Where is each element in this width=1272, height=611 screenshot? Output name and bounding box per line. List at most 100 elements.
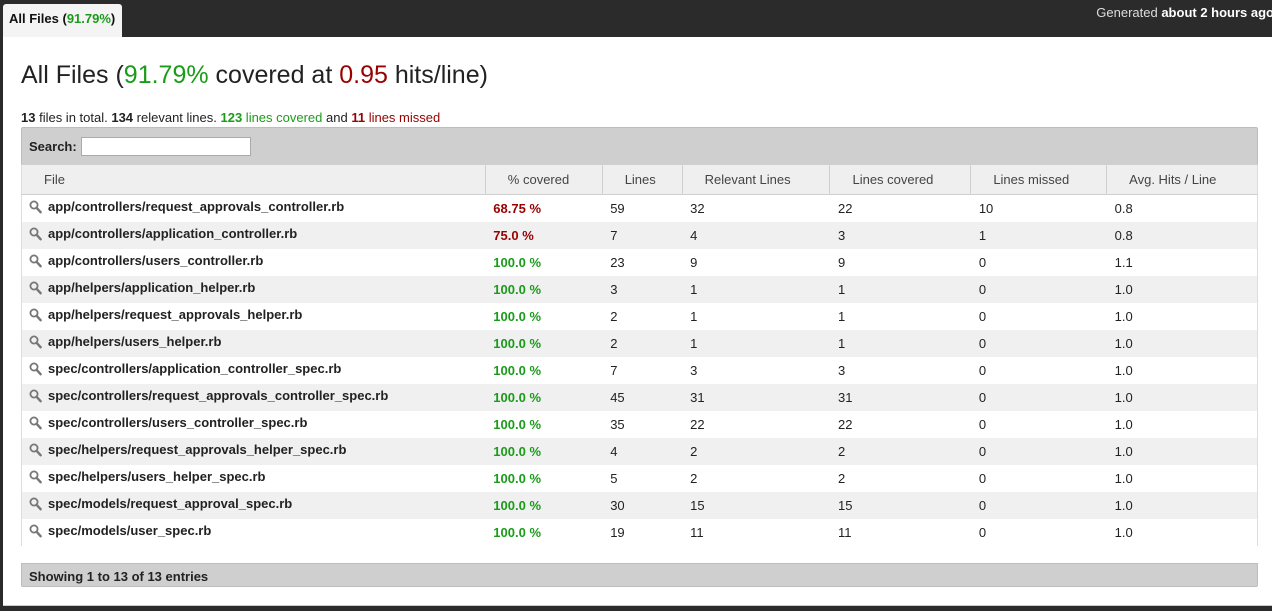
file-link[interactable]: spec/controllers/application_controller_… — [48, 361, 341, 376]
file-cell[interactable]: spec/controllers/application_controller_… — [22, 357, 486, 384]
magnifier-icon[interactable] — [29, 254, 43, 271]
magnifier-icon[interactable] — [29, 389, 43, 406]
lines-missed-cell: 0 — [978, 362, 987, 378]
lines-missed-cell: 0 — [978, 470, 987, 486]
file-link[interactable]: app/helpers/application_helper.rb — [48, 280, 255, 295]
percent-covered-cell: 100.0 % — [493, 308, 541, 324]
content-panel: All Files (91.79% covered at 0.95 hits/l… — [3, 37, 1272, 606]
lines-covered-cell: 9 — [837, 254, 846, 270]
relevant-lines-cell: 4 — [682, 221, 830, 249]
table-row: spec/controllers/request_approvals_contr… — [21, 383, 1258, 411]
file-link[interactable]: app/controllers/users_controller.rb — [48, 253, 263, 268]
file-cell[interactable]: spec/controllers/request_approvals_contr… — [21, 383, 486, 411]
file-cell[interactable]: spec/helpers/request_approvals_helper_sp… — [21, 437, 486, 465]
lines-missed-cell: 0 — [970, 437, 1107, 465]
lines-covered-cell: 31 — [829, 383, 971, 411]
magnifier-icon[interactable] — [29, 470, 43, 487]
lines-cell: 2 — [602, 329, 683, 357]
magnifier-icon[interactable] — [29, 443, 43, 460]
lines-cell: 2 — [610, 308, 618, 324]
relevant-lines-cell: 2 — [682, 437, 830, 465]
magnifier-icon[interactable] — [29, 200, 43, 217]
file-cell[interactable]: spec/controllers/users_controller_spec.r… — [22, 411, 486, 438]
avg-hits-cell: 1.0 — [1114, 524, 1133, 540]
lines-missed-cell: 0 — [978, 416, 987, 432]
lines-cell: 19 — [610, 524, 625, 540]
percent-covered-cell: 100.0 % — [493, 524, 541, 540]
lines-covered-cell: 2 — [837, 470, 846, 486]
lines-covered-cell: 1 — [829, 329, 971, 357]
avg-hits-cell: 1.0 — [1106, 329, 1258, 357]
magnifier-icon[interactable] — [29, 281, 43, 298]
lines-cell: 7 — [602, 221, 683, 249]
file-link[interactable]: app/helpers/users_helper.rb — [48, 334, 221, 349]
percent-covered-cell: 100.0 % — [493, 416, 541, 432]
file-link[interactable]: spec/controllers/users_controller_spec.r… — [48, 415, 307, 430]
title-middle: covered at — [208, 61, 340, 89]
file-cell[interactable]: spec/helpers/users_helper_spec.rb — [22, 465, 486, 492]
table-row: app/helpers/application_helper.rb 100.0 %… — [21, 275, 1258, 303]
file-link[interactable]: spec/helpers/request_approvals_helper_sp… — [48, 442, 346, 457]
relevant-lines-cell: 1 — [682, 275, 830, 303]
tab-all-files[interactable]: All Files (91.79%) — [3, 4, 123, 37]
percent-covered-cell: 100.0 % — [485, 275, 603, 303]
magnifier-icon[interactable] — [29, 308, 43, 325]
file-cell[interactable]: app/helpers/request_approvals_helper.rb — [22, 303, 486, 330]
lines-cell: 45 — [602, 383, 683, 411]
search-input[interactable] — [81, 137, 251, 156]
column-header-percent-covered[interactable]: % covered — [485, 164, 603, 195]
title-hits: 0.95 — [339, 61, 388, 89]
file-link[interactable]: app/controllers/request_approvals_contro… — [48, 199, 344, 214]
lines-missed-cell: 1 — [970, 221, 1107, 249]
lines-cell: 35 — [610, 416, 625, 432]
file-link[interactable]: spec/models/request_approval_spec.rb — [48, 496, 292, 511]
column-header-relevant-lines[interactable]: Relevant Lines — [682, 164, 831, 195]
lines-missed-cell: 0 — [970, 275, 1107, 303]
file-cell[interactable]: app/controllers/application_controller.r… — [21, 221, 486, 249]
relevant-lines-cell: 1 — [682, 329, 830, 357]
file-link[interactable]: spec/controllers/request_approvals_contr… — [48, 388, 388, 403]
file-link[interactable]: app/helpers/request_approvals_helper.rb — [48, 307, 302, 322]
magnifier-icon[interactable] — [29, 227, 43, 244]
file-link[interactable]: spec/models/user_spec.rb — [48, 523, 211, 538]
magnifier-icon[interactable] — [29, 362, 43, 379]
magnifier-icon[interactable] — [29, 335, 43, 352]
percent-covered-cell: 100.0 % — [493, 254, 541, 270]
lines-cell: 4 — [602, 437, 683, 465]
files-table: File % covered Lines Relevant Lines Line… — [21, 164, 1258, 546]
file-link[interactable]: app/controllers/application_controller.r… — [48, 226, 297, 241]
avg-hits-cell: 1.0 — [1114, 308, 1133, 324]
magnifier-icon[interactable] — [29, 497, 43, 514]
column-header-avg-hits[interactable]: Avg. Hits / Line — [1106, 164, 1258, 195]
column-header-lines-missed[interactable]: Lines missed — [970, 164, 1108, 195]
column-header-lines[interactable]: Lines — [602, 164, 683, 195]
table-row: spec/helpers/users_helper_spec.rb 100.0 %… — [22, 465, 1258, 492]
summary-covered-count: 123 — [220, 110, 243, 125]
file-cell[interactable]: app/helpers/application_helper.rb — [21, 275, 486, 303]
file-cell[interactable]: app/helpers/users_helper.rb — [21, 329, 486, 357]
lines-missed-cell: 0 — [970, 383, 1107, 411]
column-header-lines-covered[interactable]: Lines covered — [829, 164, 972, 195]
table-row: app/helpers/request_approvals_helper.rb 1… — [22, 303, 1258, 330]
top-bar: All Files (91.79%) Generated about 2 hou… — [0, 0, 1272, 38]
file-link[interactable]: spec/helpers/users_helper_spec.rb — [48, 469, 266, 484]
percent-covered-cell: 100.0 % — [493, 470, 541, 486]
relevant-lines-cell: 15 — [682, 491, 830, 519]
file-cell[interactable]: spec/models/user_spec.rb — [22, 519, 486, 546]
lines-missed-cell: 0 — [978, 524, 987, 540]
relevant-lines-cell: 22 — [690, 416, 705, 432]
title-percent: 91.79% — [123, 61, 209, 89]
avg-hits-cell: 1.1 — [1114, 254, 1133, 270]
magnifier-icon[interactable] — [29, 416, 43, 433]
column-header-file[interactable]: File — [21, 164, 486, 195]
lines-covered-cell: 3 — [837, 362, 846, 378]
file-cell[interactable]: app/controllers/request_approvals_contro… — [22, 195, 486, 222]
relevant-lines-cell: 3 — [690, 362, 698, 378]
magnifier-icon[interactable] — [29, 524, 43, 541]
file-cell[interactable]: app/controllers/users_controller.rb — [22, 249, 486, 276]
table-row: app/controllers/application_controller.r… — [21, 221, 1258, 249]
avg-hits-cell: 1.0 — [1106, 491, 1258, 519]
lines-cell: 30 — [602, 491, 683, 519]
lines-cell: 23 — [610, 254, 625, 270]
file-cell[interactable]: spec/models/request_approval_spec.rb — [21, 491, 486, 519]
